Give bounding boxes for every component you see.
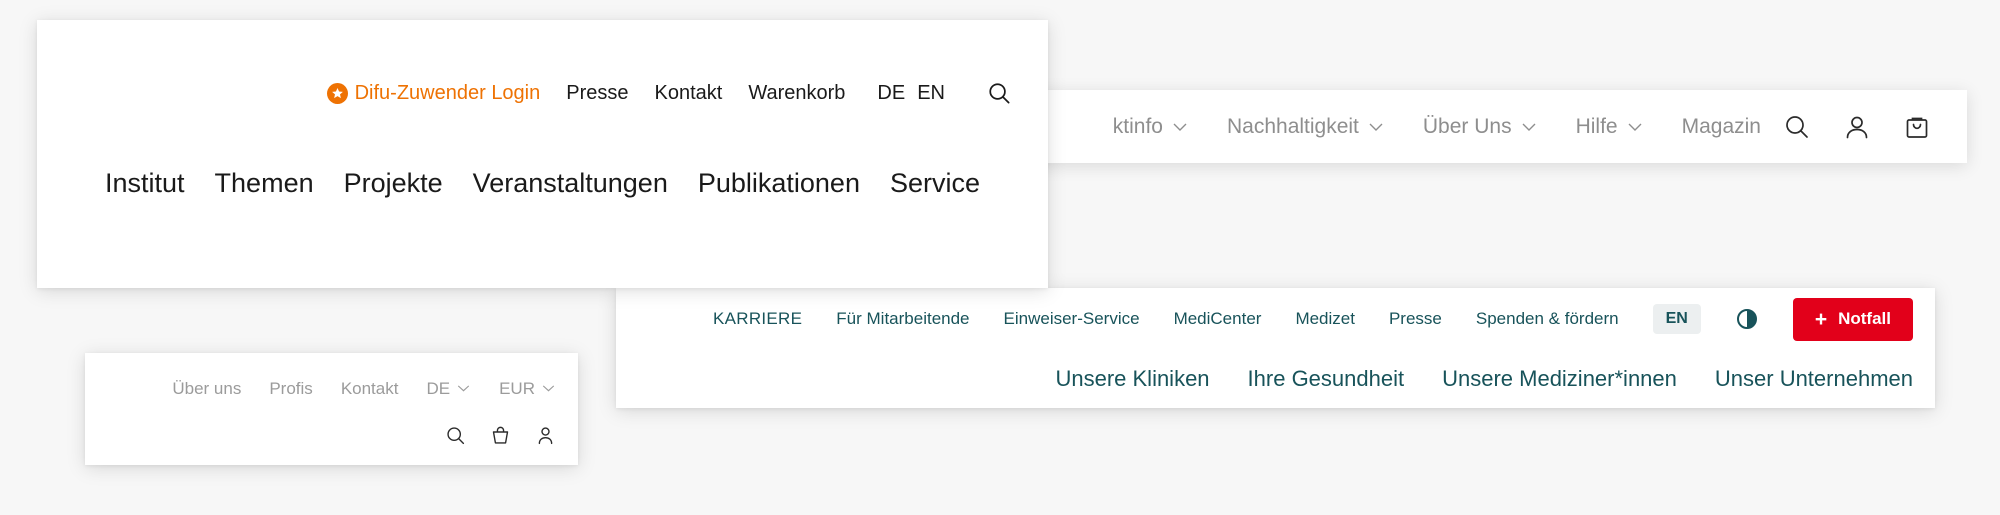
main-link-unsere-kliniken[interactable]: Unsere Kliniken	[1055, 366, 1209, 392]
difu-language-switcher: DE EN	[877, 82, 945, 105]
difu-main-nav: Institut Themen Projekte Veranstaltungen…	[37, 168, 1048, 199]
user-icon[interactable]	[1843, 113, 1871, 141]
meta-link-medizet[interactable]: Medizet	[1295, 309, 1355, 329]
search-icon[interactable]	[1783, 113, 1811, 141]
difu-nav-institut[interactable]: Institut	[105, 168, 185, 199]
difu-link-warenkorb[interactable]: Warenkorb	[748, 82, 845, 105]
meta-link-karriere[interactable]: KARRIERE	[713, 309, 802, 329]
main-link-ihre-gesundheit[interactable]: Ihre Gesundheit	[1248, 366, 1405, 392]
chevron-down-icon	[1173, 123, 1187, 131]
difu-meta-row: Difu-Zuwender Login Presse Kontakt Waren…	[37, 20, 1048, 110]
difu-nav-service[interactable]: Service	[890, 168, 980, 199]
chevron-down-icon	[457, 385, 471, 393]
difu-zuwender-login-label: Difu-Zuwender Login	[354, 81, 541, 104]
meta-link-einweiser-service[interactable]: Einweiser-Service	[1004, 309, 1140, 329]
emergency-notfall-button[interactable]: + Notfall	[1792, 297, 1913, 341]
chevron-down-icon	[1369, 123, 1383, 131]
mini-navigation-bar: Über uns Profis Kontakt DE EUR	[85, 353, 578, 465]
clinic-navigation-bar: KARRIERE Für Mitarbeitende Einweiser-Ser…	[616, 288, 1935, 408]
difu-nav-themen[interactable]: Themen	[215, 168, 314, 199]
language-option-de[interactable]: DE	[877, 82, 905, 105]
difu-link-kontakt[interactable]: Kontakt	[655, 82, 723, 105]
chevron-down-icon	[1628, 123, 1642, 131]
main-link-unsere-medizinerinnen[interactable]: Unsere Mediziner*innen	[1442, 366, 1677, 392]
nav-item-ueber-uns[interactable]: Über Uns	[1423, 115, 1536, 139]
search-icon[interactable]	[987, 81, 1012, 106]
difu-nav-publikationen[interactable]: Publikationen	[698, 168, 860, 199]
mini-link-ueber-uns[interactable]: Über uns	[172, 379, 241, 399]
mini-nav-links: Über uns Profis Kontakt DE EUR	[172, 379, 556, 399]
meta-link-presse[interactable]: Presse	[1389, 309, 1442, 329]
nav-item-produktinfo-label: ktinfo	[1112, 114, 1163, 138]
nav-item-hilfe-label: Hilfe	[1575, 114, 1618, 138]
shopping-bag-icon[interactable]	[1903, 113, 1931, 141]
meta-link-medicenter[interactable]: MediCenter	[1174, 309, 1262, 329]
difu-header-bar: Difu-Zuwender Login Presse Kontakt Waren…	[37, 20, 1048, 288]
mini-link-profis[interactable]: Profis	[269, 379, 312, 399]
nav-item-hilfe[interactable]: Hilfe	[1576, 115, 1642, 139]
meta-link-spenden-foerdern[interactable]: Spenden & fördern	[1476, 309, 1619, 329]
difu-nav-veranstaltungen[interactable]: Veranstaltungen	[473, 168, 668, 199]
language-select-de-label: DE	[426, 379, 451, 398]
nav-item-nachhaltigkeit-label: Nachhaltigkeit	[1226, 114, 1359, 138]
main-link-unser-unternehmen[interactable]: Unser Unternehmen	[1715, 366, 1913, 392]
currency-select-eur-label: EUR	[499, 379, 535, 398]
language-option-en[interactable]: EN	[917, 82, 945, 105]
language-toggle-en[interactable]: EN	[1652, 304, 1701, 334]
mini-nav-icon-group	[445, 425, 556, 446]
product-nav-links: ktinfo Nachhaltigkeit Über Uns Hilfe Mag	[1113, 115, 1783, 139]
currency-select-eur[interactable]: EUR	[499, 379, 556, 399]
star-badge-icon	[326, 82, 348, 104]
nav-item-magazin-label: Magazin	[1681, 114, 1761, 138]
mini-link-kontakt[interactable]: Kontakt	[341, 379, 399, 399]
difu-nav-projekte[interactable]: Projekte	[344, 168, 443, 199]
nav-item-produktinfo[interactable]: ktinfo	[1113, 115, 1187, 139]
product-nav-icon-group	[1783, 113, 1967, 141]
search-icon[interactable]	[445, 425, 466, 446]
difu-link-presse[interactable]: Presse	[566, 82, 628, 105]
nav-item-magazin[interactable]: Magazin	[1682, 115, 1761, 139]
emergency-notfall-label: Notfall	[1838, 309, 1891, 328]
language-select-de[interactable]: DE	[426, 379, 471, 399]
clinic-meta-row: KARRIERE Für Mitarbeitende Einweiser-Ser…	[616, 288, 1935, 350]
basket-icon[interactable]	[490, 425, 511, 446]
contrast-toggle-icon[interactable]	[1735, 307, 1759, 331]
chevron-down-icon	[542, 385, 556, 393]
nav-item-ueber-uns-label: Über Uns	[1422, 114, 1512, 138]
nav-item-nachhaltigkeit[interactable]: Nachhaltigkeit	[1227, 115, 1383, 139]
meta-link-fuer-mitarbeitende[interactable]: Für Mitarbeitende	[836, 309, 969, 329]
difu-zuwender-login-link[interactable]: Difu-Zuwender Login	[326, 81, 541, 105]
plus-icon: +	[1814, 307, 1828, 331]
chevron-down-icon	[1522, 123, 1536, 131]
user-icon[interactable]	[535, 425, 556, 446]
clinic-main-row: Unsere Kliniken Ihre Gesundheit Unsere M…	[616, 350, 1935, 408]
